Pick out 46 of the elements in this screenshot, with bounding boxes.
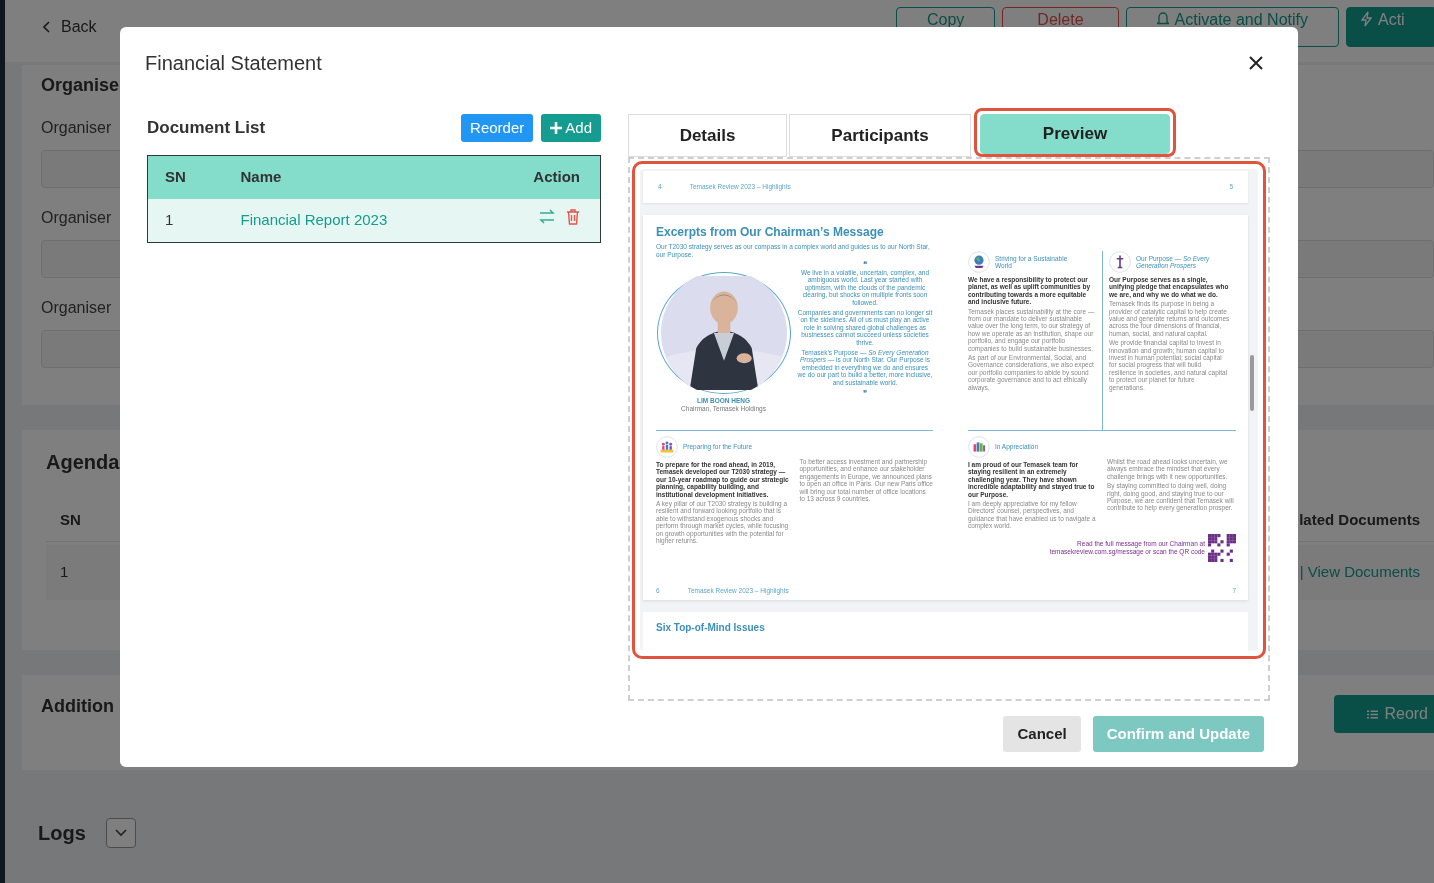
cancel-button[interactable]: Cancel bbox=[1003, 716, 1081, 752]
plus-icon bbox=[550, 122, 563, 134]
swap-icon[interactable] bbox=[538, 209, 556, 225]
table-cell: 1 bbox=[165, 211, 174, 228]
list-title: Document List bbox=[147, 117, 266, 140]
field-label: Organiser bbox=[41, 298, 112, 318]
lightning-icon bbox=[1361, 11, 1372, 27]
column-header: SN bbox=[165, 168, 186, 185]
tab[interactable]: Details bbox=[628, 114, 787, 157]
document-heading: Six Top-of-Mind Issues bbox=[656, 622, 766, 634]
reorder-button[interactable]: Reord bbox=[1334, 695, 1434, 733]
section-title: Logs bbox=[38, 821, 86, 846]
bell-icon bbox=[1156, 11, 1169, 26]
reorder-button[interactable]: Reorder bbox=[461, 114, 534, 142]
back-link[interactable]: Back bbox=[43, 17, 97, 37]
field-label: Organiser bbox=[41, 208, 112, 228]
column-header: Name bbox=[240, 168, 282, 185]
signpost-icon bbox=[1109, 251, 1131, 273]
chevron-down-icon bbox=[114, 829, 127, 837]
quote-mark: ❝ bbox=[862, 260, 868, 269]
table-cell-text: 1 bbox=[60, 562, 69, 583]
dropdown-button[interactable] bbox=[105, 818, 136, 848]
qr-code bbox=[1208, 533, 1236, 562]
section-title: Agenda bbox=[46, 450, 120, 475]
document-heading: Excerpts from Our Chairman’s Message bbox=[656, 225, 885, 239]
tab[interactable]: Preview bbox=[980, 114, 1170, 154]
documents-link[interactable]: | View Documents bbox=[1299, 561, 1420, 584]
quote-mark: ❞ bbox=[862, 389, 868, 399]
close-icon bbox=[1248, 55, 1264, 71]
column-header: SN bbox=[60, 510, 81, 531]
modal-title: Financial Statement bbox=[145, 51, 322, 76]
section-title: Organise bbox=[41, 74, 120, 97]
tab[interactable]: Participants bbox=[789, 114, 971, 157]
column-header: lated Documents bbox=[1299, 510, 1420, 531]
chevron-left-icon bbox=[43, 21, 51, 33]
column-header: Action bbox=[533, 168, 580, 185]
globe-icon bbox=[968, 251, 990, 273]
header-button[interactable]: Acti bbox=[1346, 7, 1434, 47]
field-label: Organiser bbox=[41, 118, 112, 138]
trash-icon[interactable] bbox=[566, 209, 580, 225]
people-icon bbox=[656, 436, 678, 458]
close-button[interactable] bbox=[1248, 55, 1264, 71]
scrollbar[interactable] bbox=[1250, 355, 1254, 411]
section-title: Addition bbox=[41, 695, 114, 718]
color-blocks-icon bbox=[968, 436, 990, 458]
add-button[interactable]: Add bbox=[541, 114, 601, 142]
